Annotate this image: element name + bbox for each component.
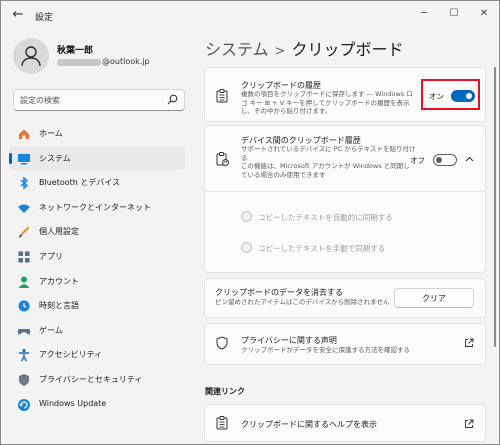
accessibility-icon xyxy=(17,347,31,362)
account-icon xyxy=(17,274,31,288)
external-link-icon[interactable] xyxy=(464,419,474,429)
sidebar-item-account[interactable]: アカウント xyxy=(9,269,185,294)
sidebar-item-label: 時刻と言語 xyxy=(39,301,79,311)
shield-icon xyxy=(216,336,228,350)
radio-manual-sync[interactable] xyxy=(241,242,252,253)
clear-button[interactable]: クリア xyxy=(394,288,474,308)
clipboard-list-icon xyxy=(216,89,228,103)
breadcrumb: システム > クリップボード xyxy=(205,36,403,60)
gaming-icon xyxy=(17,323,31,337)
title-bar: ← 設定 ─ ☐ ✕ xyxy=(1,1,499,31)
sidebar-item-network[interactable]: ネットワークとインターネット xyxy=(9,195,185,220)
sidebar-item-label: Bluetooth とデバイス xyxy=(39,178,121,188)
chevron-up-icon[interactable] xyxy=(465,156,474,162)
sidebar-item-label: ホーム xyxy=(39,129,63,138)
breadcrumb-separator: > xyxy=(274,44,286,59)
scrollbar[interactable] xyxy=(494,67,496,347)
back-arrow-icon[interactable]: ← xyxy=(10,7,26,23)
clipboard-sync-note: この機能は、Microsoft アカウントが Windows と同期している場合… xyxy=(241,162,410,179)
sidebar-item-home[interactable]: ホーム xyxy=(9,121,185,146)
avatar[interactable] xyxy=(13,38,49,74)
clipboard-history-desc: 複数の項目をクリップボードに保存します ― Windows ロゴ キー ⊞ + … xyxy=(241,90,413,115)
search-input[interactable] xyxy=(20,94,160,106)
settings-window: ← 設定 ─ ☐ ✕ 秋葉一郎 @outlook.jp ホームシステムBluet… xyxy=(0,0,500,445)
sidebar-item-time-language[interactable]: 時刻と言語 xyxy=(9,293,185,318)
system-icon xyxy=(17,151,31,165)
bluetooth-icon xyxy=(17,175,31,190)
network-icon xyxy=(17,200,31,214)
sidebar-item-label: アクセシビリティ xyxy=(39,350,103,360)
sidebar-item-label: ネットワークとインターネット xyxy=(39,202,151,212)
sidebar-item-label: ゲーム xyxy=(39,325,63,335)
sidebar-item-label: プライバシーとセキュリティ xyxy=(39,374,143,384)
sidebar-item-label: 個人用設定 xyxy=(39,227,79,237)
clipboard-sync-toggle[interactable] xyxy=(433,154,457,166)
window-title: 設定 xyxy=(35,13,54,23)
privacy-title: プライバシーに関する声明 xyxy=(241,336,337,345)
clipboard-list-icon xyxy=(216,416,228,430)
page-title: クリップボード xyxy=(291,40,404,59)
sidebar-item-label: アカウント xyxy=(39,276,79,286)
person-icon xyxy=(21,46,41,67)
search-box[interactable] xyxy=(13,89,185,111)
breadcrumb-parent[interactable]: システム xyxy=(205,40,269,59)
email-redacted xyxy=(57,59,101,66)
update-icon xyxy=(17,397,31,411)
clipboard-sync-desc: サポートされているデバイスに PC からテキストを貼り付ける xyxy=(241,145,416,162)
time-language-icon xyxy=(17,298,31,312)
privacy-desc: クリップボードがデータを安全に保護する方法を確認する xyxy=(241,346,410,354)
sidebar-item-gaming[interactable]: ゲーム xyxy=(9,318,185,343)
sidebar-item-shield[interactable]: プライバシーとセキュリティ xyxy=(9,367,185,392)
maximize-icon[interactable]: ☐ xyxy=(447,7,461,21)
help-link-title: クリップボードに関するヘルプを表示 xyxy=(241,420,377,429)
radio-auto-sync-label: コピーしたテキストを自動的に同期する xyxy=(258,213,393,222)
divider xyxy=(205,191,485,192)
close-icon[interactable]: ✕ xyxy=(477,7,491,21)
sidebar-item-label: アプリ xyxy=(39,251,63,261)
clear-data-title: クリップボードのデータを消去する xyxy=(215,288,343,297)
external-link-icon[interactable] xyxy=(464,338,474,348)
home-icon xyxy=(17,126,31,140)
sidebar-item-brush[interactable]: 個人用設定 xyxy=(9,219,185,244)
clipboard-sync-icon xyxy=(216,152,229,166)
minimize-icon[interactable]: ─ xyxy=(417,7,431,21)
sidebar-item-label: システム xyxy=(39,153,71,163)
clipboard-sync-state: オフ xyxy=(410,156,425,165)
clear-data-desc: ピン留めされたアイテムはこのデバイスから削除されません xyxy=(215,298,390,306)
sidebar-item-apps[interactable]: アプリ xyxy=(9,244,185,269)
sidebar-item-accessibility[interactable]: アクセシビリティ xyxy=(9,342,185,367)
shield-icon xyxy=(17,372,31,386)
user-email: @outlook.jp xyxy=(102,57,150,66)
sidebar-nav: ホームシステム Bluetooth とデバイスネットワークとインターネット 個人用設… xyxy=(9,121,185,416)
apps-icon xyxy=(17,249,31,263)
radio-auto-sync[interactable] xyxy=(241,211,252,222)
user-name: 秋葉一郎 xyxy=(57,46,94,56)
related-links-heading: 関連リンク xyxy=(205,387,245,396)
brush-icon xyxy=(17,224,31,238)
search-icon xyxy=(167,94,178,105)
sidebar-item-label: Windows Update xyxy=(39,398,107,408)
sidebar-item-update[interactable]: Windows Update xyxy=(9,392,185,417)
highlight-box xyxy=(421,79,480,110)
radio-manual-sync-label: コピーしたテキストを手動で同期する xyxy=(258,244,386,253)
sidebar-item-system[interactable]: システム xyxy=(9,145,185,171)
sidebar-item-bluetooth[interactable]: Bluetooth とデバイス xyxy=(9,170,185,195)
